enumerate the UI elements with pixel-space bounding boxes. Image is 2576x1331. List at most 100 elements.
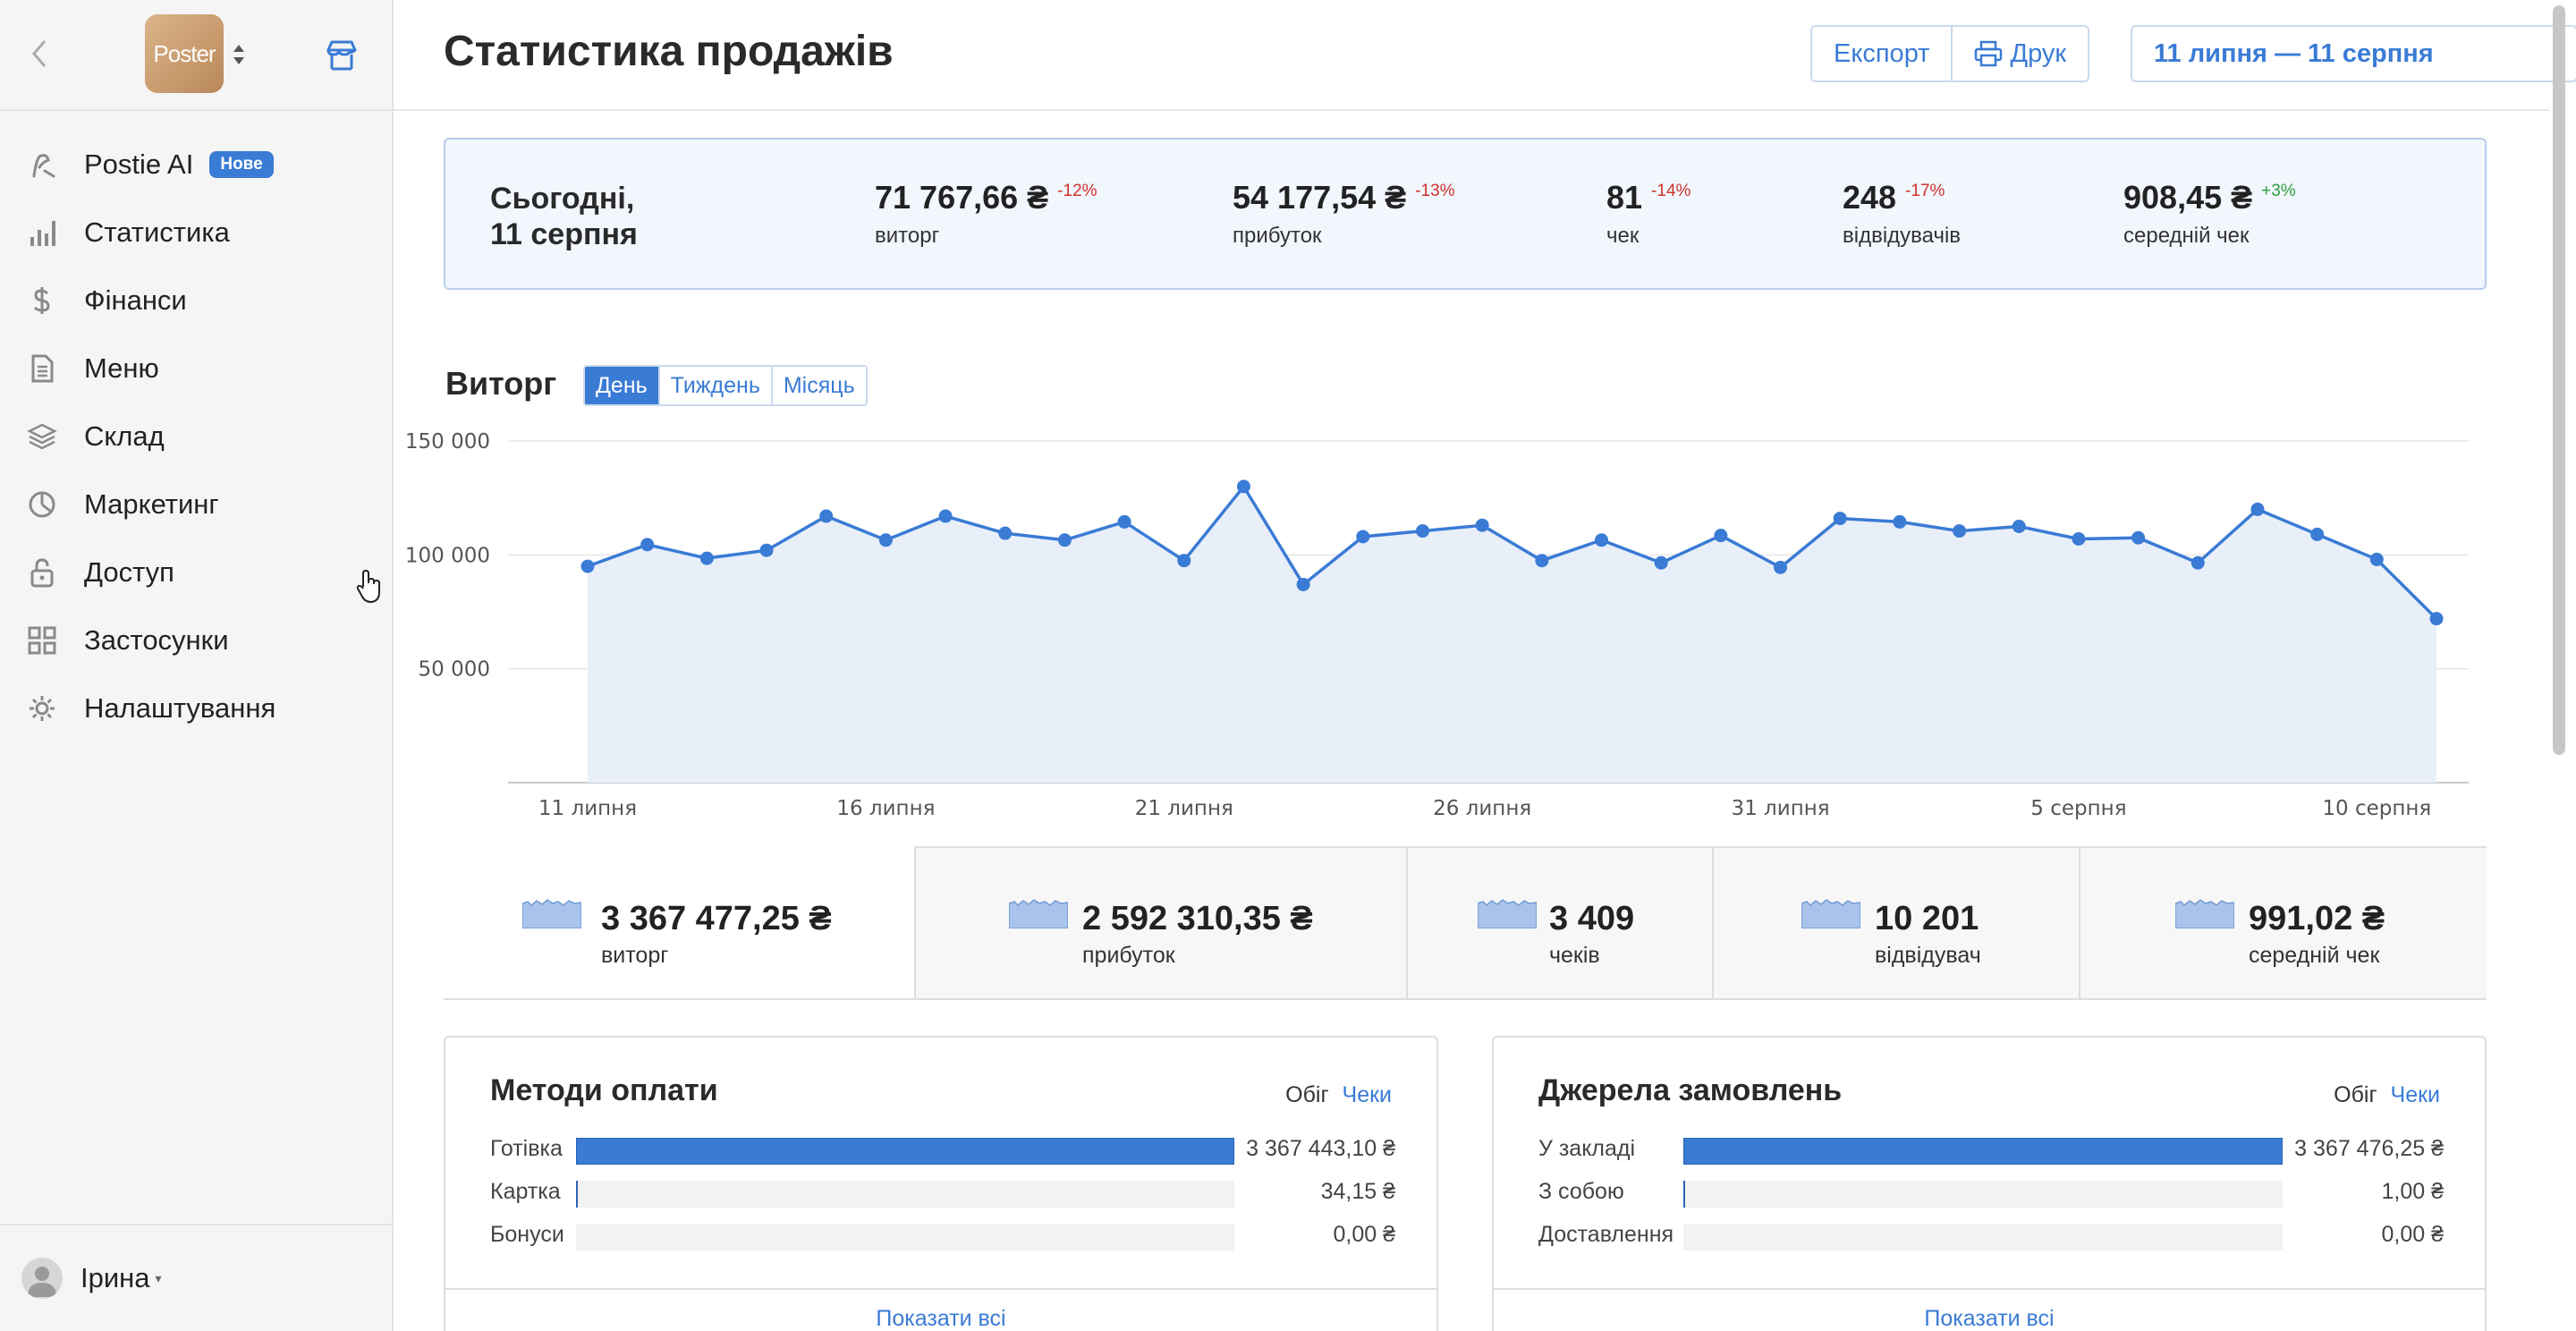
total-value: 2 592 310,35 ₴	[1082, 900, 1313, 937]
row-label: Картка	[490, 1179, 561, 1204]
sidebar-item-warehouse[interactable]: Склад	[0, 403, 392, 471]
stat-label: чек	[1606, 224, 1640, 248]
data-point	[1714, 529, 1728, 543]
avatar	[21, 1258, 63, 1299]
total-value: 3 367 477,25 ₴	[601, 900, 832, 937]
data-point	[1535, 554, 1549, 568]
y-tick-label: 100 000	[405, 544, 490, 567]
printer-icon	[1975, 40, 2003, 67]
sidebar-item-label: Меню	[84, 352, 159, 384]
show-all-link[interactable]: Показати всі	[1494, 1288, 2485, 1331]
data-point	[878, 533, 893, 547]
total-revenue[interactable]: 3 367 477,25 ₴ виторг	[444, 846, 914, 998]
card-title: Джерела замовлень	[1538, 1073, 1843, 1107]
sidebar-item-postie-ai[interactable]: Postie AI Нове	[0, 131, 392, 199]
logo-text: Poster	[153, 39, 216, 67]
period-day-button[interactable]: День	[585, 367, 658, 404]
sidebar-item-statistics[interactable]: Статистика	[0, 199, 392, 267]
row-value: 0,00 ₴	[2381, 1222, 2444, 1247]
payment-row-cash: Готівка 3 367 443,10 ₴	[490, 1134, 1395, 1165]
stat-label: відвідувачів	[1843, 224, 1962, 248]
chevron-left-icon[interactable]	[27, 36, 54, 72]
total-visitors[interactable]: 10 201 відвідувач	[1712, 848, 2079, 998]
period-totals: 3 367 477,25 ₴ виторг 2 592 310,35 ₴ при…	[444, 846, 2487, 1000]
x-tick-label: 31 липня	[1731, 797, 1829, 820]
sidebar-item-label: Склад	[84, 420, 165, 452]
sparkline-icon	[522, 899, 581, 928]
data-point	[2190, 555, 2205, 570]
print-button[interactable]: Друк	[1951, 27, 2089, 81]
page-scrollbar[interactable]	[2553, 0, 2565, 1331]
sidebar-item-finance[interactable]: Фінанси	[0, 267, 392, 335]
sort-arrows-icon[interactable]	[231, 41, 247, 68]
x-tick-label: 16 липня	[836, 797, 935, 820]
tab-turnover[interactable]: Обіг	[2334, 1082, 2377, 1107]
scrollbar-thumb[interactable]	[2553, 5, 2565, 755]
sidebar-item-apps[interactable]: Застосунки	[0, 606, 392, 674]
data-point	[2131, 530, 2146, 545]
data-point	[1356, 530, 1370, 544]
data-point	[1117, 514, 1131, 529]
total-profit[interactable]: 2 592 310,35 ₴ прибуток	[914, 848, 1406, 998]
sidebar: Poster Postie AI Нове Статистика Фінанси…	[0, 0, 394, 1331]
card-tabs: Обіг Чеки	[2334, 1082, 2440, 1108]
new-badge: Нове	[209, 151, 274, 178]
tab-turnover[interactable]: Обіг	[1285, 1082, 1328, 1107]
sidebar-nav: Postie AI Нове Статистика Фінанси Меню С…	[0, 131, 392, 742]
payment-methods-card: Методи оплати Обіг Чеки Готівка 3 367 44…	[444, 1036, 1438, 1331]
sidebar-header: Poster	[0, 0, 392, 111]
bar-track	[576, 1181, 1234, 1208]
sidebar-item-label: Застосунки	[84, 624, 229, 656]
period-week-button[interactable]: Тиждень	[657, 367, 771, 404]
data-point	[1774, 560, 1788, 574]
date-range-picker[interactable]: 11 липня — 11 серпня	[2131, 25, 2576, 82]
row-label: З собою	[1538, 1179, 1624, 1204]
today-label-line1: Сьогодні,	[490, 182, 635, 216]
data-point	[759, 543, 774, 557]
data-point	[1953, 524, 1967, 538]
show-all-link[interactable]: Показати всі	[445, 1288, 1436, 1331]
data-point	[2012, 520, 2026, 533]
data-point	[938, 509, 953, 523]
total-average-check[interactable]: 991,02 ₴ середній чек	[2079, 848, 2487, 998]
row-value: 34,15 ₴	[1320, 1179, 1395, 1204]
row-label: Доставлення	[1538, 1222, 1674, 1247]
bar-chart-icon	[27, 217, 57, 248]
sidebar-item-settings[interactable]: Налаштування	[0, 674, 392, 742]
period-month-button[interactable]: Місяць	[770, 367, 866, 404]
sidebar-item-access[interactable]: Доступ	[0, 538, 392, 606]
tab-checks[interactable]: Чеки	[1343, 1082, 1392, 1107]
user-menu[interactable]: Ірина ▾	[0, 1224, 392, 1331]
data-point	[580, 559, 595, 573]
pie-icon	[27, 489, 57, 520]
today-label: Сьогодні, 11 серпня	[490, 181, 638, 252]
data-point	[2429, 612, 2444, 626]
data-point	[1654, 555, 1668, 570]
sidebar-item-label: Статистика	[84, 216, 230, 248]
postie-icon	[27, 149, 57, 180]
today-stat-checks: 81 -14% чек	[1606, 179, 1690, 249]
stat-label: прибуток	[1233, 224, 1322, 248]
hand-cursor-icon	[356, 570, 380, 603]
dollar-icon	[27, 285, 57, 316]
stat-label: середній чек	[2123, 224, 2250, 248]
data-point	[819, 509, 834, 523]
data-point	[1296, 577, 1310, 591]
sidebar-item-marketing[interactable]: Маркетинг	[0, 471, 392, 538]
sidebar-item-menu[interactable]: Меню	[0, 335, 392, 403]
tab-checks[interactable]: Чеки	[2391, 1082, 2440, 1107]
total-label: прибуток	[1082, 943, 1175, 968]
row-label: Готівка	[490, 1136, 563, 1161]
data-point	[1415, 524, 1429, 538]
user-name: Ірина	[80, 1262, 150, 1293]
total-label: виторг	[601, 943, 669, 968]
total-checks[interactable]: 3 409 чеків	[1406, 848, 1712, 998]
export-button[interactable]: Експорт	[1812, 27, 1952, 81]
storefront-icon[interactable]	[326, 39, 358, 72]
page-header: Статистика продажів Експорт Друк 11 липн…	[394, 0, 2576, 111]
payment-row-card: Картка 34,15 ₴	[490, 1177, 1395, 1208]
revenue-chart: 150 000 100 000 50 000 11 липня 16 липня 21 л…	[405, 430, 2469, 820]
venue-logo[interactable]: Poster	[145, 14, 224, 93]
row-value: 3 367 476,25 ₴	[2294, 1136, 2444, 1161]
stat-delta: -13%	[1415, 182, 1455, 200]
